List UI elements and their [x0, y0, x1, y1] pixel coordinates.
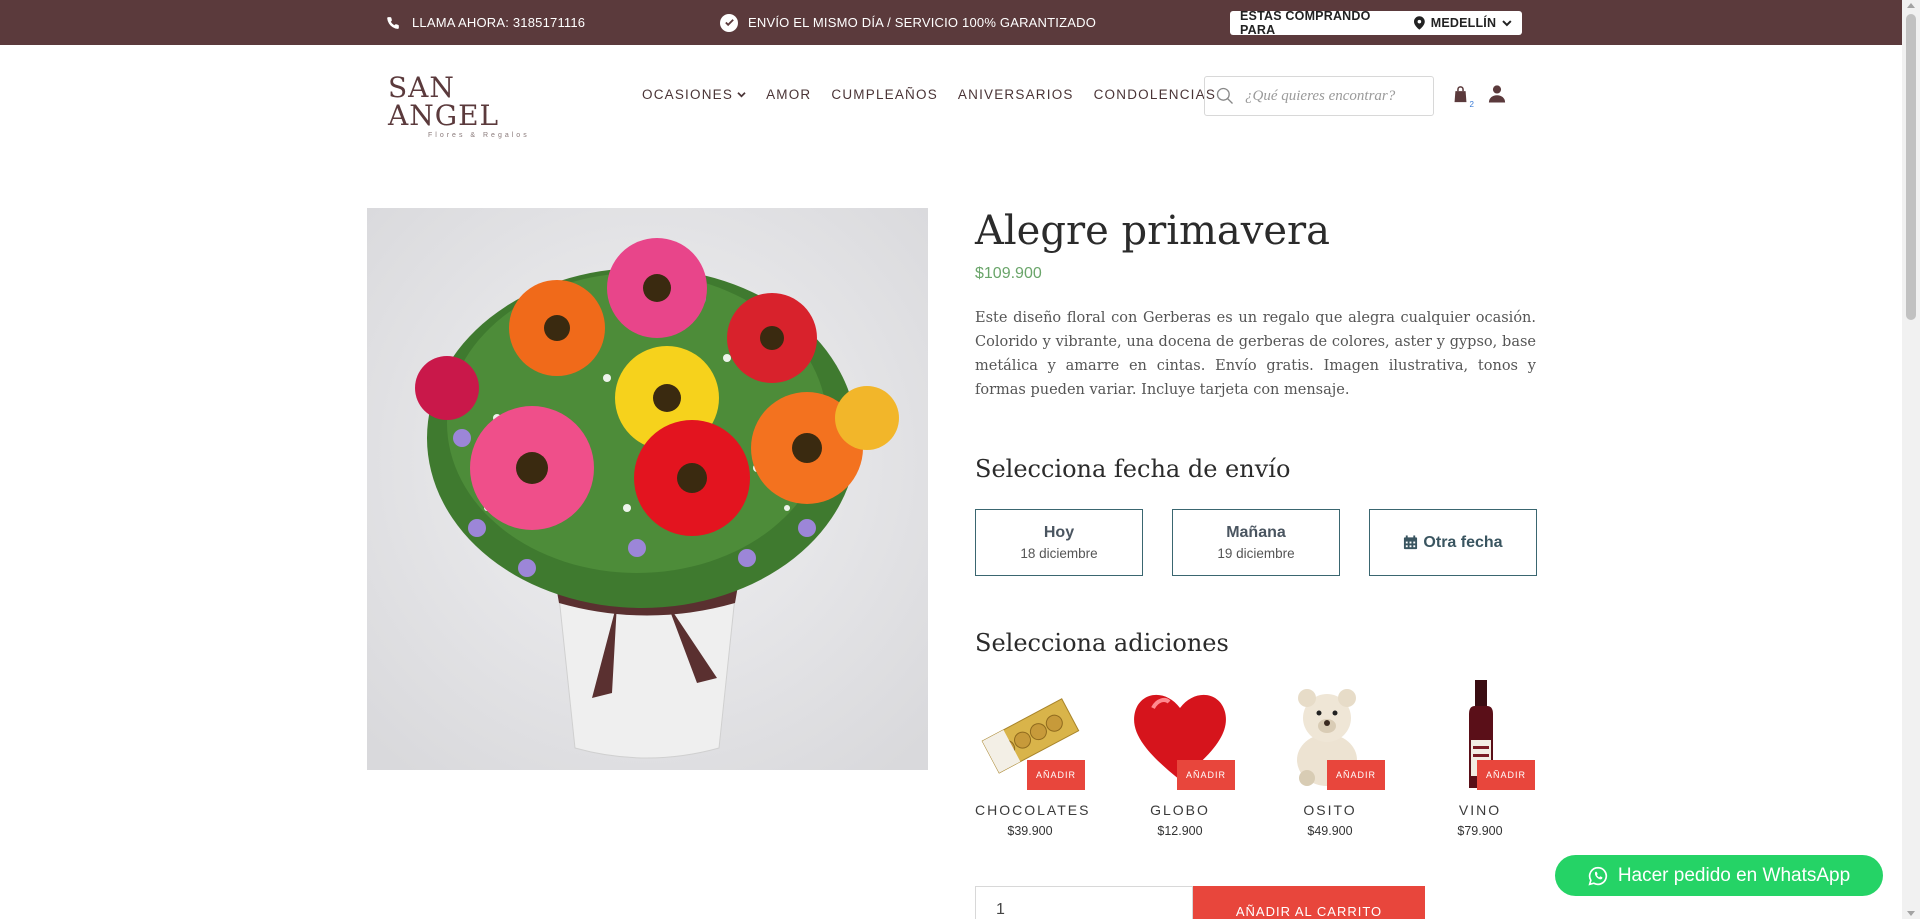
logo-subtext: Flores & Regalos [428, 132, 530, 139]
addon-price: $12.900 [1157, 824, 1203, 838]
date-option-tomorrow[interactable]: Mañana 19 diciembre [1172, 509, 1340, 576]
buying-for-label: ESTAS COMPRANDO PARA [1240, 9, 1371, 37]
quantity-input[interactable]: 1 [975, 886, 1193, 919]
product-price: $109.900 [975, 265, 1042, 282]
add-to-cart-button[interactable]: AÑADIR AL CARRITO [1193, 886, 1425, 919]
chevron-down-icon [737, 92, 746, 98]
search-icon[interactable] [1215, 86, 1235, 106]
date-option-label: Otra fecha [1423, 533, 1503, 551]
addon-image[interactable]: AÑADIR [1275, 680, 1385, 790]
addon-price: $39.900 [1007, 824, 1053, 838]
search-box [1204, 76, 1434, 116]
add-addon-button[interactable]: AÑADIR [1327, 760, 1385, 790]
scroll-up-icon[interactable] [1907, 3, 1915, 8]
shopping-bag-icon [1454, 86, 1467, 103]
addon-price: $79.900 [1457, 824, 1503, 838]
nav-item-cumpleanos[interactable]: CUMPLEAÑOS [831, 87, 938, 102]
city-selector[interactable]: ESTAS COMPRANDO PARA MEDELLÍN [1230, 9, 1522, 37]
product-image[interactable] [367, 208, 928, 770]
addon-name: VINO [1458, 802, 1502, 818]
cart-button[interactable]: 2 [1452, 85, 1474, 109]
phone-label: LLAMA AHORA: 3185171116 [412, 15, 586, 30]
chevron-down-icon [1502, 20, 1512, 27]
addon-name: OSITO [1303, 802, 1357, 818]
addon-chocolates: AÑADIR CHOCOLATES $39.900 [975, 680, 1091, 838]
date-option-label: Mañana [1226, 524, 1286, 541]
nav-label: CONDOLENCIAS [1093, 87, 1217, 102]
addon-image[interactable]: AÑADIR [975, 680, 1085, 790]
date-option-other[interactable]: Otra fecha [1369, 509, 1537, 576]
phone-icon [387, 16, 399, 29]
product-title: Alegre primavera [975, 208, 1330, 254]
date-option-today[interactable]: Hoy 18 diciembre [975, 509, 1143, 576]
check-circle-icon [720, 13, 738, 32]
user-icon [1488, 85, 1506, 103]
add-addon-button[interactable]: AÑADIR [1027, 760, 1085, 790]
addon-osito: AÑADIR OSITO $49.900 [1275, 680, 1385, 838]
addon-globo: AÑADIR GLOBO $12.900 [1125, 680, 1235, 838]
addon-name: GLOBO [1150, 802, 1210, 818]
map-pin-icon [1413, 16, 1425, 30]
nav-item-ocasiones[interactable]: OCASIONES [642, 87, 746, 102]
calendar-icon [1404, 535, 1418, 550]
scroll-down-icon[interactable] [1907, 911, 1915, 916]
add-addon-button[interactable]: AÑADIR [1477, 760, 1535, 790]
nav-item-amor[interactable]: AMOR [766, 87, 811, 102]
shipping-heading: Selecciona fecha de envío [975, 455, 1291, 483]
top-bar: LLAMA AHORA: 3185171116 ENVÍO EL MISMO D… [0, 0, 1902, 45]
search-input[interactable] [1245, 87, 1425, 105]
nav-label: ANIVERSARIOS [957, 87, 1074, 102]
whatsapp-order-button[interactable]: Hacer pedido en WhatsApp [1555, 855, 1883, 896]
addon-name: CHOCOLATES [975, 802, 1091, 818]
product-description: Este diseño floral con Gerberas es un re… [975, 310, 1536, 398]
nav-label: OCASIONES [642, 87, 734, 102]
nav-item-condolencias[interactable]: CONDOLENCIAS [1094, 87, 1216, 102]
promise-label: ENVÍO EL MISMO DÍA / SERVICIO 100% GARAN… [748, 15, 1097, 30]
account-button[interactable] [1488, 84, 1508, 104]
add-addon-button[interactable]: AÑADIR [1177, 760, 1235, 790]
addons-heading: Selecciona adiciones [975, 629, 1229, 657]
logo-text: SAN ANGEL [388, 71, 500, 132]
nav-label: AMOR [766, 87, 812, 102]
city-value: MEDELLÍN [1430, 16, 1497, 30]
nav-label: CUMPLEAÑOS [831, 87, 938, 102]
addon-image[interactable]: AÑADIR [1125, 680, 1235, 790]
nav-item-aniversarios[interactable]: ANIVERSARIOS [958, 87, 1074, 102]
site-logo[interactable]: SAN ANGEL Flores & Regalos [388, 74, 558, 140]
addon-vino: AÑADIR VINO $79.900 [1425, 680, 1535, 838]
whatsapp-label: Hacer pedido en WhatsApp [1617, 864, 1851, 886]
date-option-date: 18 diciembre [1020, 546, 1098, 561]
cart-count: 2 [1469, 100, 1474, 109]
same-day-promise: ENVÍO EL MISMO DÍA / SERVICIO 100% GARAN… [720, 0, 1096, 45]
page-scrollbar[interactable] [1902, 0, 1920, 919]
addon-image[interactable]: AÑADIR [1425, 680, 1535, 790]
date-option-date: 19 diciembre [1217, 546, 1295, 561]
scrollbar-thumb[interactable] [1906, 14, 1916, 320]
whatsapp-icon [1588, 866, 1607, 886]
main-nav: OCASIONES AMOR CUMPLEAÑOS ANIVERSARIOS C… [642, 87, 1236, 102]
addon-price: $49.900 [1307, 824, 1353, 838]
flower-arrangement-illustration [367, 208, 928, 770]
date-option-label: Hoy [1043, 524, 1075, 541]
call-now[interactable]: LLAMA AHORA: 3185171116 [386, 0, 585, 45]
